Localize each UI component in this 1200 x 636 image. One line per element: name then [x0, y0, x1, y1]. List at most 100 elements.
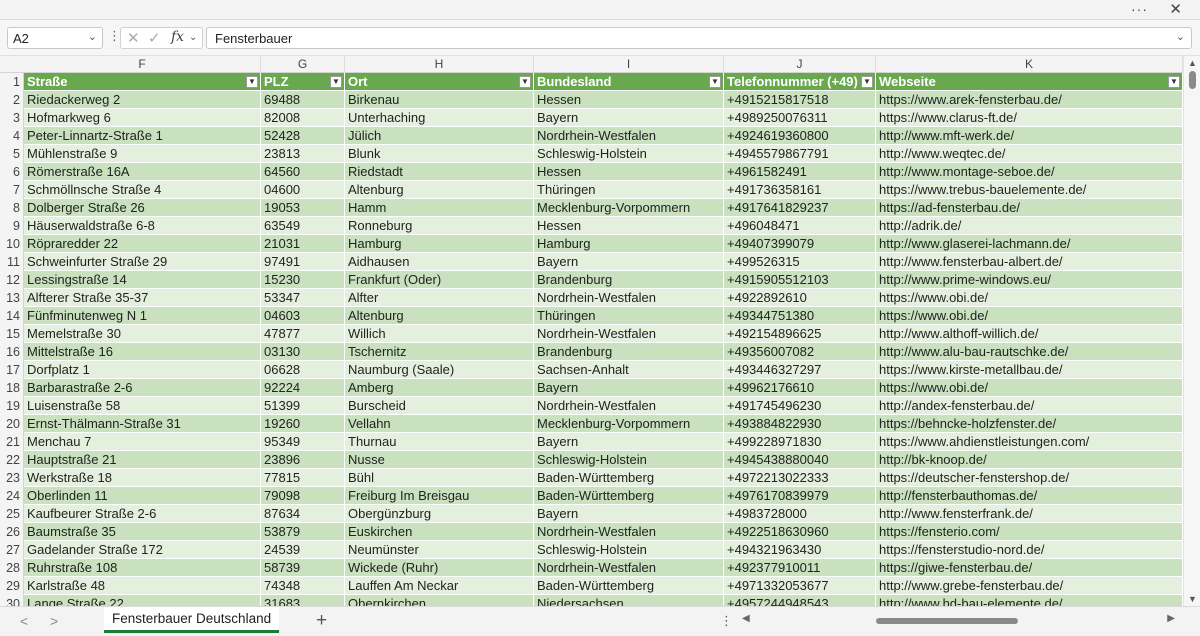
table-cell[interactable]: Memelstraße 30 [24, 325, 261, 343]
add-sheet-button[interactable]: + [316, 610, 327, 632]
table-cell[interactable]: Mühlenstraße 9 [24, 145, 261, 163]
table-cell[interactable]: Hofmarkweg 6 [24, 109, 261, 127]
row-header[interactable]: 11 [0, 253, 24, 271]
table-header-cell[interactable]: Telefonnummer (+49) ▼ [724, 73, 876, 91]
table-cell[interactable]: Ruhrstraße 108 [24, 559, 261, 577]
table-cell[interactable]: +4957244948543 [724, 595, 876, 606]
table-cell[interactable]: 04603 [261, 307, 345, 325]
table-cell[interactable]: +4971332053677 [724, 577, 876, 595]
table-cell[interactable]: Unterhaching [345, 109, 534, 127]
table-cell[interactable]: Fünfminutenweg N 1 [24, 307, 261, 325]
table-cell[interactable]: Blunk [345, 145, 534, 163]
row-header[interactable]: 21 [0, 433, 24, 451]
row-header[interactable]: 29 [0, 577, 24, 595]
filter-dropdown-icon[interactable]: ▼ [709, 76, 721, 88]
table-cell[interactable]: 69488 [261, 91, 345, 109]
table-cell[interactable]: Hauptstraße 21 [24, 451, 261, 469]
table-cell[interactable]: Brandenburg [534, 271, 724, 289]
table-cell[interactable]: 53879 [261, 523, 345, 541]
table-cell[interactable]: https://www.arek-fensterbau.de/ [876, 91, 1183, 109]
table-cell[interactable]: http://adrik.de/ [876, 217, 1183, 235]
table-cell[interactable]: Dorfplatz 1 [24, 361, 261, 379]
table-cell[interactable]: http://www.alu-bau-rautschke.de/ [876, 343, 1183, 361]
table-header-cell[interactable]: Bundesland ▼ [534, 73, 724, 91]
table-cell[interactable]: 19260 [261, 415, 345, 433]
table-cell[interactable]: +49407399079 [724, 235, 876, 253]
row-header[interactable]: 2 [0, 91, 24, 109]
table-cell[interactable]: 47877 [261, 325, 345, 343]
table-cell[interactable]: Lessingstraße 14 [24, 271, 261, 289]
table-cell[interactable]: Baden-Württemberg [534, 469, 724, 487]
table-cell[interactable]: 92224 [261, 379, 345, 397]
table-cell[interactable]: Alfter [345, 289, 534, 307]
table-cell[interactable]: 64560 [261, 163, 345, 181]
table-cell[interactable]: Barbarastraße 2-6 [24, 379, 261, 397]
table-cell[interactable]: 97491 [261, 253, 345, 271]
table-cell[interactable]: +4945579867791 [724, 145, 876, 163]
table-cell[interactable]: Hamburg [534, 235, 724, 253]
table-cell[interactable]: Gadelander Straße 172 [24, 541, 261, 559]
table-cell[interactable]: +4922518630960 [724, 523, 876, 541]
table-cell[interactable]: http://www.althoff-willich.de/ [876, 325, 1183, 343]
row-header[interactable]: 6 [0, 163, 24, 181]
row-header[interactable]: 16 [0, 343, 24, 361]
table-cell[interactable]: Peter-Linnartz-Straße 1 [24, 127, 261, 145]
row-header[interactable]: 24 [0, 487, 24, 505]
table-cell[interactable]: http://www.fensterbau-albert.de/ [876, 253, 1183, 271]
table-cell[interactable]: Nordrhein-Westfalen [534, 127, 724, 145]
table-cell[interactable]: Nordrhein-Westfalen [534, 325, 724, 343]
table-cell[interactable]: Schleswig-Holstein [534, 541, 724, 559]
table-cell[interactable]: Hessen [534, 91, 724, 109]
table-cell[interactable]: Schleswig-Holstein [534, 145, 724, 163]
row-header[interactable]: 18 [0, 379, 24, 397]
table-cell[interactable]: Bayern [534, 505, 724, 523]
table-cell[interactable]: Nordrhein-Westfalen [534, 289, 724, 307]
table-cell[interactable]: 95349 [261, 433, 345, 451]
table-cell[interactable]: +4945438880040 [724, 451, 876, 469]
table-cell[interactable]: Thüringen [534, 307, 724, 325]
table-cell[interactable]: +493884822930 [724, 415, 876, 433]
table-cell[interactable]: Mecklenburg-Vorpommern [534, 199, 724, 217]
function-icon[interactable]: fx [171, 29, 184, 45]
table-cell[interactable]: Bühl [345, 469, 534, 487]
table-cell[interactable]: 03130 [261, 343, 345, 361]
table-cell[interactable]: Bayern [534, 109, 724, 127]
column-header-i[interactable]: I [534, 56, 724, 73]
row-header[interactable]: 15 [0, 325, 24, 343]
expand-formula-icon[interactable]: ⌄ [1176, 30, 1185, 43]
table-cell[interactable]: 04600 [261, 181, 345, 199]
table-cell[interactable]: +49356007082 [724, 343, 876, 361]
table-cell[interactable]: Wickede (Ruhr) [345, 559, 534, 577]
table-cell[interactable]: 58739 [261, 559, 345, 577]
table-cell[interactable]: Bayern [534, 253, 724, 271]
table-cell[interactable]: Menchau 7 [24, 433, 261, 451]
table-cell[interactable]: +49962176610 [724, 379, 876, 397]
row-header[interactable]: 4 [0, 127, 24, 145]
table-cell[interactable]: +494321963430 [724, 541, 876, 559]
confirm-icon[interactable]: ✓ [148, 29, 161, 47]
table-cell[interactable]: +4989250076311 [724, 109, 876, 127]
table-cell[interactable]: Obernkirchen [345, 595, 534, 606]
row-header[interactable]: 9 [0, 217, 24, 235]
table-cell[interactable]: https://www.kirste-metallbau.de/ [876, 361, 1183, 379]
cancel-icon[interactable]: ✕ [127, 29, 140, 47]
table-header-cell[interactable]: Webseite ▼ [876, 73, 1183, 91]
name-box[interactable]: A2 ⌄ [7, 27, 103, 49]
table-cell[interactable]: http://www.prime-windows.eu/ [876, 271, 1183, 289]
table-cell[interactable]: http://andex-fensterbau.de/ [876, 397, 1183, 415]
table-cell[interactable]: +491745496230 [724, 397, 876, 415]
vertical-dots-icon[interactable]: ⋮ [720, 613, 733, 629]
table-cell[interactable]: Schleswig-Holstein [534, 451, 724, 469]
table-header-cell[interactable]: Straße ▼ [24, 73, 261, 91]
table-cell[interactable]: Lange Straße 22 [24, 595, 261, 606]
table-cell[interactable]: Schmöllnsche Straße 4 [24, 181, 261, 199]
table-cell[interactable]: Vellahn [345, 415, 534, 433]
table-cell[interactable]: http://bk-knoop.de/ [876, 451, 1183, 469]
formula-input[interactable]: Fensterbauer ⌄ [206, 27, 1192, 49]
row-header[interactable]: 14 [0, 307, 24, 325]
row-header[interactable]: 20 [0, 415, 24, 433]
row-header[interactable]: 25 [0, 505, 24, 523]
table-cell[interactable]: +491736358161 [724, 181, 876, 199]
table-cell[interactable]: Neumünster [345, 541, 534, 559]
table-cell[interactable]: Birkenau [345, 91, 534, 109]
